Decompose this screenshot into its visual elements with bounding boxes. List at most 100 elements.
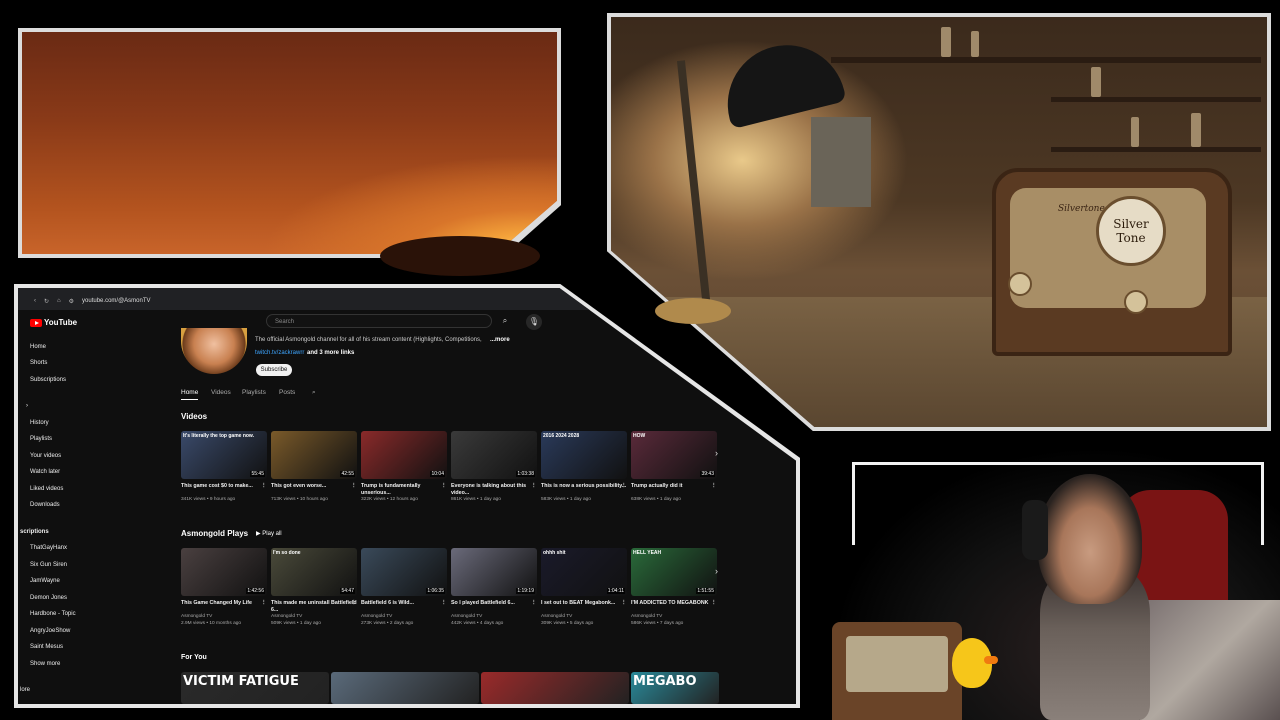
- video-channel[interactable]: Asmongold TV: [451, 614, 537, 621]
- sidebar-item-subscriptions[interactable]: Subscriptions: [30, 377, 66, 383]
- youtube-logo[interactable]: YouTube: [30, 318, 77, 327]
- video-thumbnail[interactable]: 2016 2024 2028: [541, 431, 627, 479]
- video-thumbnail[interactable]: [481, 672, 629, 704]
- video-thumbnail[interactable]: 10:04: [361, 431, 447, 479]
- video-thumbnail[interactable]: I'm so done 54:47: [271, 548, 357, 596]
- search-icon[interactable]: ⌕: [496, 314, 514, 328]
- video-title[interactable]: I'M ADDICTED TO MEGABONK: [631, 600, 717, 607]
- video-thumbnail[interactable]: 1:42:56: [181, 548, 267, 596]
- video-menu-icon[interactable]: ⋮: [531, 600, 537, 607]
- sidebar-item-shorts[interactable]: Shorts: [30, 360, 47, 366]
- headset-icon: [1022, 500, 1048, 560]
- sidebar-more[interactable]: lore: [20, 687, 30, 693]
- home-icon[interactable]: ⌂: [57, 298, 61, 304]
- sidebar-item-downloads[interactable]: Downloads: [30, 502, 60, 508]
- video-menu-icon[interactable]: ⋮: [621, 483, 627, 490]
- sidebar-item-watch-later[interactable]: Watch later: [30, 469, 60, 475]
- video-thumbnail[interactable]: HELL YEAH 1:51:55: [631, 548, 717, 596]
- video-channel[interactable]: Asmongold TV: [361, 614, 447, 621]
- more-links[interactable]: and 3 more links: [307, 350, 354, 356]
- video-meta: 322K views • 12 hours ago: [361, 497, 418, 502]
- video-thumbnail[interactable]: HOW 39:43: [631, 431, 717, 479]
- video-meta: 273K views • 2 days ago: [361, 621, 414, 626]
- tab-home[interactable]: Home: [181, 389, 199, 400]
- address-bar[interactable]: ‹ ↻ ⌂ ⚙ youtube.com/@AsmonTV: [18, 294, 151, 308]
- channel-link[interactable]: twitch.tv/zackrawrr: [255, 350, 304, 356]
- video-title[interactable]: This is now a serious possibility...: [541, 483, 627, 490]
- sidebar-subscription[interactable]: AngryJoeShow: [30, 628, 70, 634]
- video-title[interactable]: Trump is fundamentally unserious...: [361, 483, 447, 497]
- video-menu-icon[interactable]: ⋮: [441, 483, 447, 490]
- reload-icon[interactable]: ↻: [44, 298, 49, 305]
- lamp-base: [655, 298, 731, 324]
- chevron-right-icon[interactable]: ›: [715, 448, 718, 458]
- tab-posts[interactable]: Posts: [279, 389, 295, 396]
- sidebar-subscription[interactable]: Six Gun Siren: [30, 562, 67, 568]
- sidebar-item-your-videos[interactable]: Your videos: [30, 453, 61, 459]
- sidebar-subscriptions-header[interactable]: scriptions: [20, 529, 49, 535]
- video-thumbnail[interactable]: 1:19:19: [451, 548, 537, 596]
- sidebar-subscription[interactable]: ThatGayHanx: [30, 545, 67, 551]
- video-thumbnail[interactable]: It's literally the top game now. 55:45: [181, 431, 267, 479]
- video-menu-icon[interactable]: ⋮: [261, 600, 267, 607]
- url-text[interactable]: youtube.com/@AsmonTV: [82, 298, 150, 304]
- video-title[interactable]: Everyone is talking about this video...: [451, 483, 537, 497]
- video-menu-icon[interactable]: ⋮: [351, 483, 357, 490]
- video-thumbnail[interactable]: 42:55: [271, 431, 357, 479]
- chevron-right-icon[interactable]: ›: [715, 566, 718, 576]
- sidebar-item-liked-videos[interactable]: Liked videos: [30, 486, 63, 492]
- bottle: [1091, 67, 1101, 97]
- tab-playlists[interactable]: Playlists: [242, 389, 266, 396]
- video-title[interactable]: I set out to BEAT Megabonk...: [541, 600, 627, 607]
- video-menu-icon[interactable]: ⋮: [261, 483, 267, 490]
- radio-knob: [1124, 290, 1148, 314]
- channel-avatar[interactable]: [181, 328, 247, 374]
- play-all-button[interactable]: ▶ Play all: [256, 530, 282, 537]
- sidebar-item-history[interactable]: History: [30, 420, 49, 426]
- video-menu-icon[interactable]: ⋮: [441, 600, 447, 607]
- video-title[interactable]: This got even worse...: [271, 483, 357, 490]
- sidebar-subscription[interactable]: Demon Jones: [30, 595, 67, 601]
- video-menu-icon[interactable]: ⋮: [711, 600, 717, 607]
- sidebar-subscription[interactable]: Hardbone - Topic: [30, 611, 76, 617]
- tab-videos[interactable]: Videos: [211, 389, 231, 396]
- video-thumbnail[interactable]: [331, 672, 479, 704]
- sidebar-item-home[interactable]: Home: [30, 344, 46, 350]
- video-title[interactable]: So I played Battlefield 6...: [451, 600, 537, 607]
- back-icon[interactable]: ‹: [34, 298, 36, 304]
- description-more-link[interactable]: ...more: [490, 337, 510, 343]
- mic-icon[interactable]: 🎙: [526, 314, 542, 330]
- video-channel[interactable]: Asmongold TV: [271, 614, 357, 621]
- sidebar-subscription[interactable]: JamWayne: [30, 578, 60, 584]
- video-thumbnail[interactable]: MEGABO: [631, 672, 719, 704]
- video-menu-icon[interactable]: ⋮: [531, 483, 537, 490]
- video-menu-icon[interactable]: ⋮: [621, 600, 627, 607]
- drawer-cabinet: [811, 117, 871, 207]
- video-thumbnail[interactable]: 1:06:35: [361, 548, 447, 596]
- channel-search-icon[interactable]: ⌕: [312, 389, 316, 397]
- site-info-icon[interactable]: ⚙: [69, 298, 74, 305]
- shelf: [831, 57, 1261, 63]
- video-title[interactable]: Trump actually did it: [631, 483, 717, 490]
- video-thumbnail[interactable]: 1:03:38: [451, 431, 537, 479]
- video-title[interactable]: This game cost $0 to make...: [181, 483, 267, 490]
- chevron-right-icon[interactable]: ›: [26, 403, 28, 409]
- video-title[interactable]: This Game Changed My Life: [181, 600, 267, 607]
- video-channel[interactable]: Asmongold TV: [631, 614, 717, 621]
- video-title[interactable]: Battlefield 6 is Wild...: [361, 600, 447, 607]
- video-channel[interactable]: Asmongold TV: [541, 614, 627, 621]
- subscribe-button[interactable]: Subscribe: [256, 364, 292, 376]
- video-thumbnail[interactable]: ohhh shit 1:04:11: [541, 548, 627, 596]
- search-input[interactable]: Search: [266, 314, 492, 328]
- video-duration: 1:51:55: [696, 588, 715, 594]
- sidebar-subscription[interactable]: Saint Mesus: [30, 644, 63, 650]
- video-menu-icon[interactable]: ⋮: [711, 483, 717, 490]
- sidebar-item-playlists[interactable]: Playlists: [30, 436, 52, 442]
- video-meta: 583K views • 1 day ago: [541, 497, 591, 502]
- video-channel[interactable]: Asmongold TV: [181, 614, 267, 621]
- video-menu-icon[interactable]: ⋮: [351, 600, 357, 607]
- video-thumbnail[interactable]: VICTIM FATIGUE: [181, 672, 329, 704]
- video-title[interactable]: This made me uninstall Battlefield 6...: [271, 600, 357, 614]
- video-duration: 42:55: [340, 471, 355, 477]
- sidebar-show-more[interactable]: Show more: [30, 661, 60, 667]
